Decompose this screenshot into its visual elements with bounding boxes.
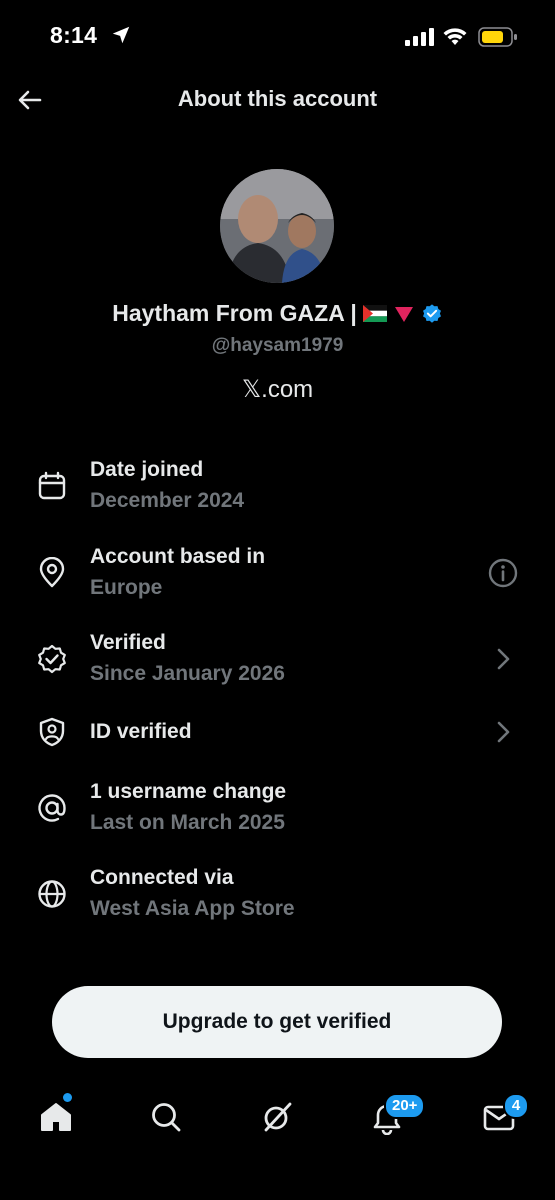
info-title: ID verified xyxy=(90,720,192,743)
location-arrow-icon xyxy=(112,26,130,44)
info-subtitle: Since January 2026 xyxy=(90,662,285,685)
grok-icon[interactable] xyxy=(259,1099,295,1135)
palestine-flag-icon xyxy=(362,305,387,322)
page-title: About this account xyxy=(177,86,378,111)
info-row-verified[interactable]: Verified Since January 2026 xyxy=(0,629,555,701)
info-row-username-change: 1 username change Last on March 2025 xyxy=(0,778,555,850)
notifications-badge: 20+ xyxy=(384,1093,426,1119)
calendar-icon xyxy=(38,471,66,500)
chevron-right-icon xyxy=(497,721,510,743)
battery-icon xyxy=(478,27,517,47)
info-subtitle: West Asia App Store xyxy=(90,897,295,920)
cellular-signal-icon xyxy=(405,28,434,46)
info-subtitle: Europe xyxy=(90,576,163,599)
messages-badge: 4 xyxy=(503,1093,529,1119)
wifi-icon xyxy=(443,28,467,45)
info-title: 1 username change xyxy=(90,780,287,803)
search-icon[interactable] xyxy=(148,1099,184,1135)
info-subtitle: Last on March 2025 xyxy=(90,811,285,834)
bottom-tab-bar: 20+ 4 xyxy=(0,1085,555,1155)
info-icon[interactable] xyxy=(487,557,519,589)
globe-icon xyxy=(38,880,66,908)
red-triangle-icon xyxy=(394,306,413,322)
id-shield-icon xyxy=(39,717,65,747)
site-label: 𝕏.com xyxy=(241,376,314,403)
display-name: Haytham From GAZA | xyxy=(112,300,357,326)
avatar[interactable] xyxy=(220,169,334,283)
status-bar: 8:14 xyxy=(0,0,555,72)
home-icon[interactable] xyxy=(38,1099,74,1135)
top-navigation: About this account xyxy=(0,72,555,128)
info-title: Date joined xyxy=(90,458,204,481)
info-row-connected-via: Connected via West Asia App Store xyxy=(0,864,555,936)
info-subtitle: December 2024 xyxy=(90,489,245,512)
username-handle: @haysam1979 xyxy=(211,335,344,356)
location-pin-icon xyxy=(39,557,65,588)
home-unread-dot xyxy=(63,1093,72,1102)
about-account-screen: 8:14 About this account Haytham From GAZ… xyxy=(0,0,555,1200)
info-title: Connected via xyxy=(90,866,234,889)
verified-badge-outline-icon xyxy=(38,644,66,674)
status-time: 8:14 xyxy=(50,22,98,48)
verified-badge-icon[interactable] xyxy=(421,303,443,325)
info-row-date-joined: Date joined December 2024 xyxy=(0,456,555,528)
chevron-right-icon xyxy=(497,648,510,670)
upgrade-verified-button[interactable]: Upgrade to get verified xyxy=(52,986,502,1058)
at-sign-icon xyxy=(38,794,66,822)
display-name-row: Haytham From GAZA | xyxy=(0,300,555,327)
avatar-photo xyxy=(220,169,334,283)
info-title: Account based in xyxy=(90,545,266,568)
info-title: Verified xyxy=(90,631,166,654)
info-row-account-based-in: Account based in Europe xyxy=(0,543,555,615)
